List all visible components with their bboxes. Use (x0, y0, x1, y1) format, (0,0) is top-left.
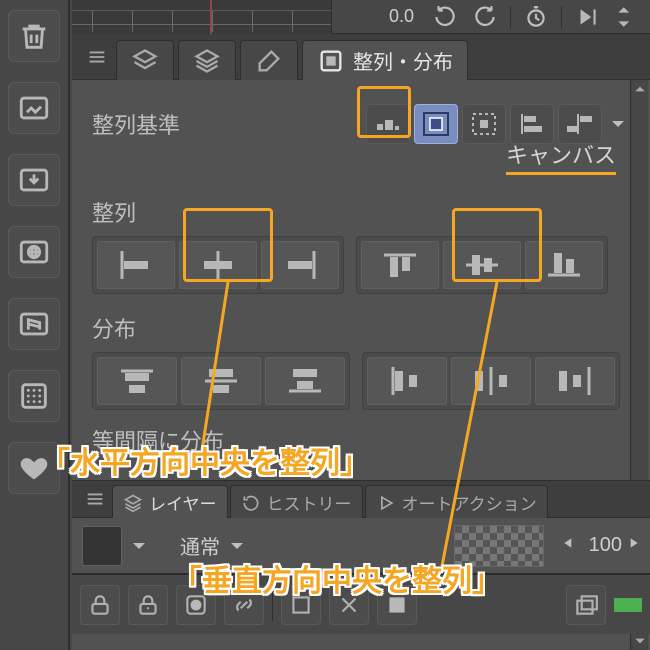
distribute-horizontal-group (362, 352, 620, 410)
layer-toolbar (72, 574, 650, 634)
rail-grid-button[interactable] (8, 370, 60, 422)
new-layer-button[interactable] (566, 585, 606, 625)
reference-value: キャンバス (506, 138, 616, 175)
lock-pixel-button[interactable] (128, 585, 168, 625)
skip-end-button[interactable] (572, 2, 602, 32)
tab-auto-action[interactable]: オートアクション (365, 485, 548, 519)
playhead-icon[interactable] (210, 0, 212, 34)
distribute-section-label: 分布 (92, 312, 630, 344)
panel-tab-bar: 整列・分布 (72, 34, 650, 80)
tab-align-distribute[interactable]: 整列・分布 (302, 40, 468, 80)
equal-spacing-section: 等間隔に分布 (92, 424, 630, 456)
scroll-up-icon[interactable] (631, 80, 648, 98)
align-right-button[interactable] (261, 241, 339, 289)
opacity-value[interactable]: 100 (580, 534, 622, 557)
tab-align-label: 整列・分布 (353, 46, 453, 75)
dist-left-button[interactable] (367, 357, 447, 405)
align-vertical-group (356, 236, 608, 294)
left-tool-rail (0, 0, 70, 650)
redo-button[interactable] (470, 2, 500, 32)
align-horizontal-group (92, 236, 344, 294)
tab-auto-action-label: オートアクション (402, 490, 537, 515)
align-v-center-button[interactable] (443, 241, 521, 289)
timer-button[interactable] (521, 2, 551, 32)
distribute-vertical-group (92, 352, 350, 410)
outline-button[interactable] (281, 585, 321, 625)
align-h-center-button[interactable] (179, 241, 257, 289)
rail-import-folder-button[interactable] (8, 154, 60, 206)
fill-button[interactable] (377, 585, 417, 625)
reference-label: 整列基準 (92, 108, 180, 140)
dist-right-button[interactable] (535, 357, 615, 405)
undo-button[interactable] (430, 2, 460, 32)
time-readout: 0.0 (389, 6, 414, 27)
ref-selection-button[interactable] (462, 104, 506, 144)
panel-menu-button[interactable] (80, 34, 114, 79)
layer-color-dropdown[interactable] (130, 537, 148, 555)
dist-top-button[interactable] (97, 357, 177, 405)
layer-thumbnail[interactable] (454, 525, 544, 567)
rail-building-folder-button[interactable] (8, 298, 60, 350)
rail-globe-folder-button[interactable] (8, 226, 60, 278)
tab-history[interactable]: ヒストリー (230, 485, 363, 519)
tab-eraser[interactable] (240, 40, 298, 80)
opacity-increase-button[interactable] (626, 536, 640, 555)
equal-spacing-label: 等間隔に分布 (92, 424, 630, 456)
scroll-down-icon[interactable] (631, 632, 648, 650)
mask-button[interactable] (176, 585, 216, 625)
delete-button[interactable] (329, 585, 369, 625)
dist-h-center-button[interactable] (451, 357, 531, 405)
opacity-decrease-button[interactable] (562, 536, 576, 555)
distribute-section: 分布 (92, 312, 630, 410)
dist-bottom-button[interactable] (265, 357, 345, 405)
link-button[interactable] (224, 585, 264, 625)
timeline-strip[interactable] (72, 0, 332, 34)
ref-auto-button[interactable] (366, 104, 410, 144)
ref-canvas-button[interactable] (414, 104, 458, 144)
align-left-button[interactable] (97, 241, 175, 289)
color-indicator (614, 598, 642, 612)
tab-layers-stack[interactable] (116, 40, 174, 80)
lower-tab-bar: レイヤー ヒストリー オートアクション (72, 480, 650, 518)
align-section-label: 整列 (92, 196, 630, 228)
layer-controls-row: 通常 100 (72, 518, 650, 574)
align-bottom-button[interactable] (525, 241, 603, 289)
tab-layers-stacked[interactable] (178, 40, 236, 80)
align-top-button[interactable] (361, 241, 439, 289)
dist-v-center-button[interactable] (181, 357, 261, 405)
tab-history-label: ヒストリー (267, 490, 352, 515)
lower-panel-menu-button[interactable] (80, 481, 110, 517)
sort-button[interactable] (612, 2, 642, 32)
blend-mode-dropdown[interactable] (228, 537, 246, 555)
rail-image-folder-button[interactable] (8, 82, 60, 134)
layer-color-swatch[interactable] (82, 526, 122, 566)
blend-mode-label[interactable]: 通常 (180, 531, 220, 560)
tab-layer[interactable]: レイヤー (112, 485, 228, 519)
rail-trash-button[interactable] (8, 10, 60, 62)
top-toolbar: 0.0 (72, 0, 650, 34)
rail-heart-button[interactable] (8, 442, 60, 494)
lock-button[interactable] (80, 585, 120, 625)
align-section: 整列 (92, 196, 630, 294)
tab-layer-label: レイヤー (149, 490, 217, 515)
ref-more-button[interactable] (606, 115, 630, 133)
